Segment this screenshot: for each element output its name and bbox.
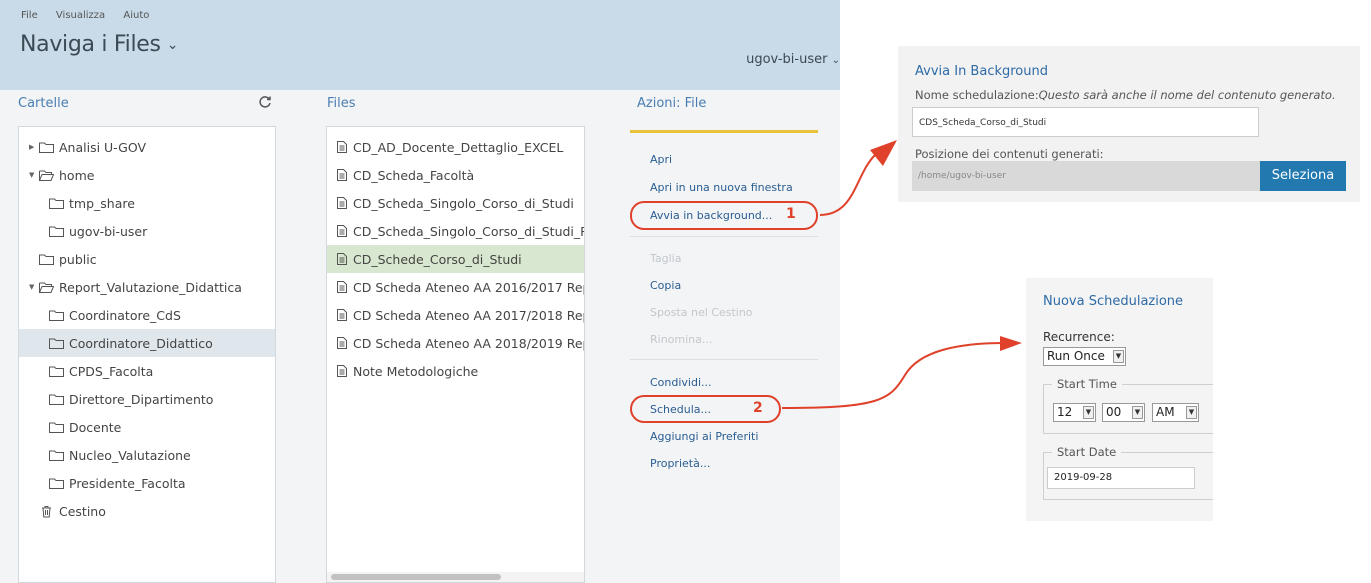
schedule-name-input[interactable]: CDS_Scheda_Corso_di_Studi (912, 107, 1259, 137)
dropdown-arrow-icon: ▼ (1132, 406, 1143, 419)
dropdown-arrow-icon: ▼ (1083, 406, 1094, 419)
start-date-label: Start Date (1052, 445, 1122, 459)
dropdown-arrow-icon: ▼ (1113, 350, 1124, 363)
run-background-dialog: Avvia In Background Nome schedulazione:Q… (898, 46, 1360, 202)
start-time-label: Start Time (1052, 377, 1122, 391)
minute-select[interactable]: 00 ▼ (1102, 403, 1145, 422)
hour-value: 12 (1057, 405, 1073, 419)
arrowhead-2 (1000, 336, 1022, 351)
dialog-title: Nuova Schedulazione (1043, 294, 1184, 309)
minute-value: 00 (1106, 405, 1122, 419)
hour-select[interactable]: 12 ▼ (1053, 403, 1096, 422)
location-label: Posizione dei contenuti generati: (915, 147, 1104, 161)
schedule-name-label-text: Nome schedulazione: (915, 88, 1039, 102)
schedule-name-hint: Questo sarà anche il nome del contenuto … (1038, 88, 1336, 102)
ampm-value: AM (1156, 405, 1175, 419)
select-location-button[interactable]: Seleziona (1260, 161, 1346, 191)
arrow-1 (819, 154, 876, 216)
dropdown-arrow-icon: ▼ (1186, 406, 1197, 419)
start-date-input[interactable]: 2019-09-28 (1047, 467, 1195, 489)
recurrence-select[interactable]: Run Once ▼ (1043, 347, 1126, 366)
dialog-title: Avvia In Background (915, 64, 1048, 79)
location-input: /home/ugov-bi-user (912, 161, 1260, 191)
recurrence-value: Run Once (1047, 349, 1105, 363)
arrow-2 (781, 342, 1006, 409)
recurrence-label: Recurrence: (1043, 330, 1115, 344)
ampm-select[interactable]: AM ▼ (1152, 403, 1199, 422)
arrowhead-1 (870, 140, 897, 166)
schedule-name-label: Nome schedulazione:Questo sarà anche il … (915, 88, 1336, 102)
